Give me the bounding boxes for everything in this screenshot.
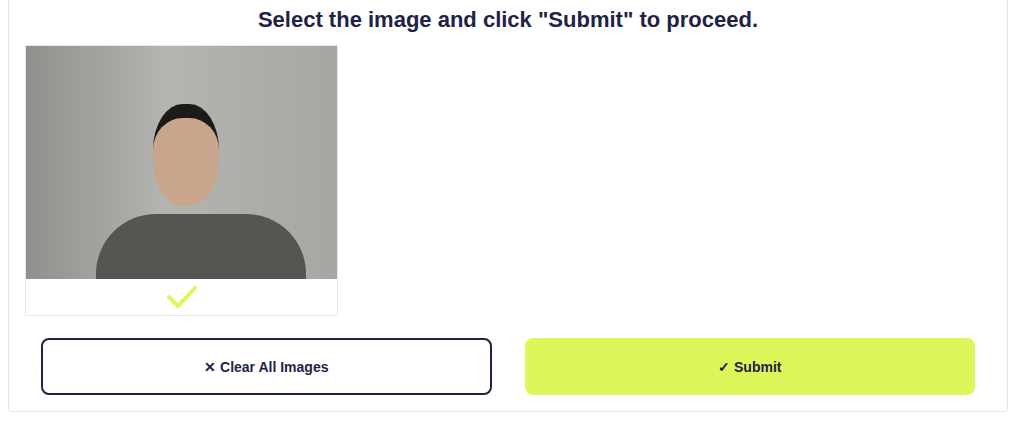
instruction-title: Select the image and click "Submit" to p… bbox=[25, 6, 991, 34]
page: Select the image and click "Submit" to p… bbox=[0, 0, 1024, 428]
person-photo bbox=[26, 46, 337, 279]
action-bar: ✕ Clear All Images ✓ Submit bbox=[25, 338, 991, 395]
check-icon bbox=[166, 285, 198, 309]
image-tile[interactable] bbox=[25, 45, 338, 316]
clear-button[interactable]: ✕ Clear All Images bbox=[41, 338, 492, 395]
image-grid bbox=[25, 45, 991, 316]
button-label: Clear All Images bbox=[220, 359, 328, 375]
person-body-shape bbox=[96, 214, 306, 279]
close-icon: ✕ bbox=[204, 359, 216, 375]
submit-button[interactable]: ✓ Submit bbox=[525, 338, 976, 395]
person-head-shape bbox=[153, 104, 219, 206]
check-mark-icon: ✓ bbox=[718, 359, 730, 375]
selection-card: Select the image and click "Submit" to p… bbox=[8, 0, 1008, 412]
button-label: Submit bbox=[734, 359, 781, 375]
selection-row bbox=[26, 279, 337, 315]
